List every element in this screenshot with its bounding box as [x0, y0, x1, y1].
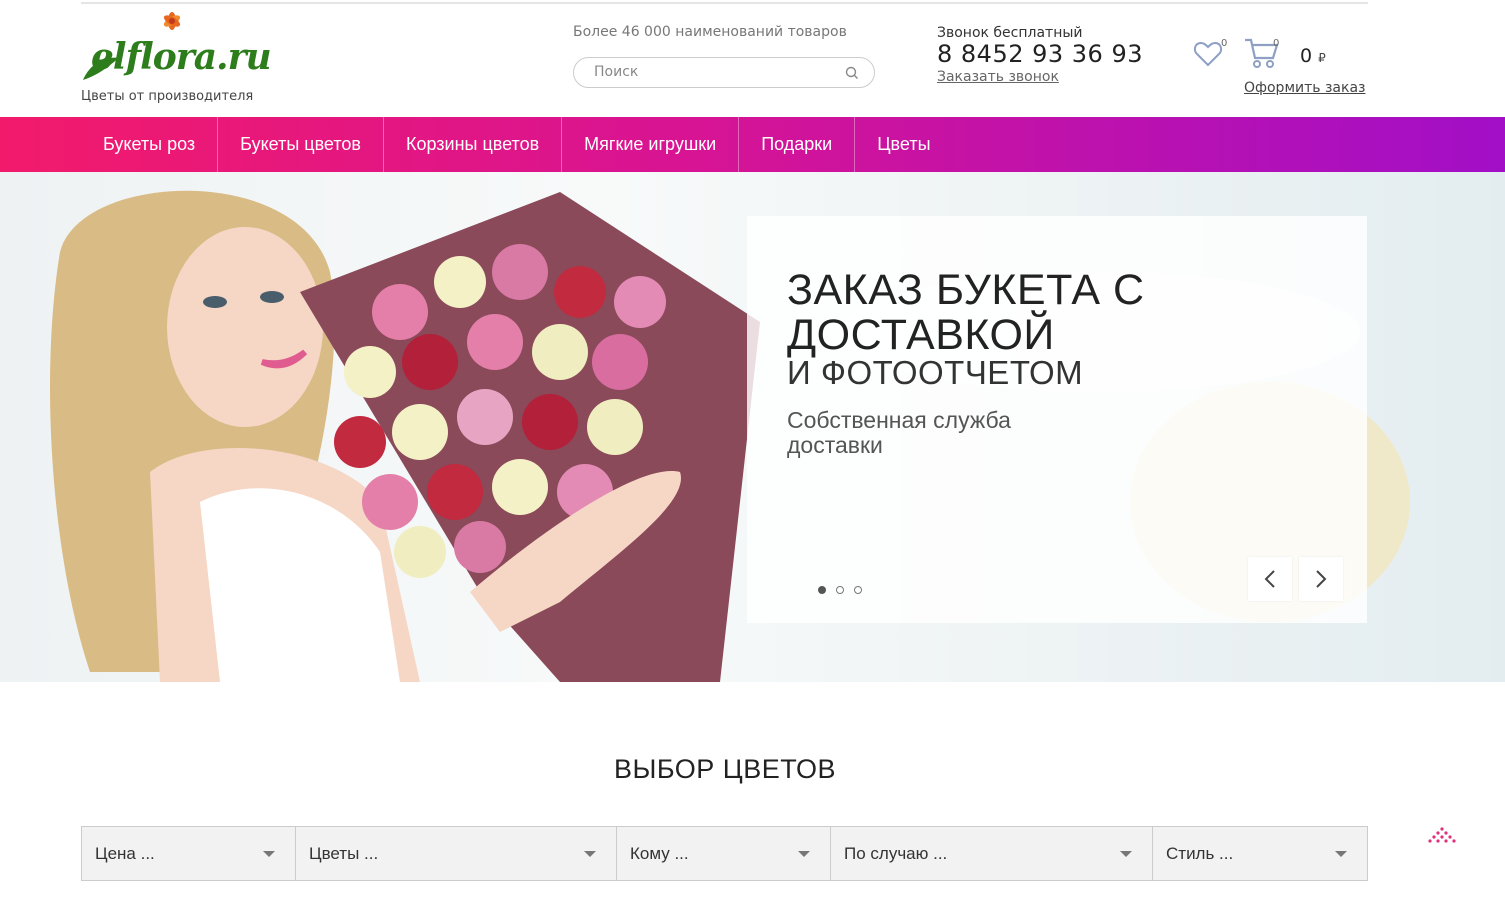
- filter-label: По случаю ...: [844, 843, 948, 863]
- tagline: Цветы от производителя: [81, 89, 254, 104]
- nav-item-gifts[interactable]: Подарки: [739, 117, 856, 172]
- cart-count: 0: [1273, 38, 1280, 49]
- caret-down-icon: [584, 851, 596, 857]
- slider-next-button[interactable]: [1299, 557, 1343, 601]
- phone-number[interactable]: 8 8452 93 36 93: [937, 40, 1143, 68]
- top-divider: [81, 2, 1368, 4]
- section-title: ВЫБОР ЦВЕТОВ: [613, 754, 837, 784]
- hero-slider: [0, 172, 1505, 682]
- order-call-link[interactable]: Заказать звонок: [937, 69, 1059, 85]
- hero-subtitle: И ФОТООТЧЕТОМ: [787, 354, 1084, 391]
- filter-label: Кому ...: [630, 843, 689, 863]
- heart-icon[interactable]: [1192, 38, 1224, 70]
- slider-dot[interactable]: [836, 586, 844, 594]
- filter-flowers[interactable]: Цветы ...: [296, 827, 617, 880]
- nav-item-flowers[interactable]: Цветы: [855, 117, 952, 172]
- hero-text: Собственная служба доставки: [787, 407, 1011, 458]
- filter-style[interactable]: Стиль ...: [1153, 827, 1367, 880]
- hero-title-line-2: ДОСТАВКОЙ: [787, 311, 1055, 359]
- caret-down-icon: [798, 851, 810, 857]
- search-box[interactable]: [573, 57, 875, 88]
- nav-item-flower-baskets[interactable]: Корзины цветов: [384, 117, 563, 172]
- search-icon[interactable]: [844, 65, 860, 81]
- cart-total-value: 0: [1300, 45, 1313, 67]
- flower-icon: [163, 12, 181, 30]
- slider-dot[interactable]: [854, 586, 862, 594]
- caret-down-icon: [263, 851, 275, 857]
- items-count-text: Более 46 000 наименований товаров: [573, 24, 847, 40]
- checkout-link[interactable]: Оформить заказ: [1244, 80, 1365, 96]
- nav-item-soft-toys[interactable]: Мягкие игрушки: [562, 117, 740, 172]
- chevron-left-icon: [1264, 570, 1275, 588]
- filter-occasion[interactable]: По случаю ...: [831, 827, 1153, 880]
- main-nav: Букеты роз Букеты цветов Корзины цветов …: [0, 117, 1505, 172]
- caret-down-icon: [1335, 851, 1347, 857]
- hero-title-line-1: ЗАКАЗ БУКЕТА С: [787, 266, 1145, 314]
- filter-bar: Цена ... Цветы ... Кому ... По случаю ..…: [81, 826, 1368, 881]
- slider-dot[interactable]: [818, 586, 826, 594]
- favorites-count: 0: [1221, 38, 1228, 49]
- nav-item-rose-bouquets[interactable]: Букеты роз: [81, 117, 219, 172]
- filter-recipient[interactable]: Кому ...: [617, 827, 831, 880]
- currency-sign: ₽: [1318, 51, 1326, 65]
- caret-down-icon: [1120, 851, 1132, 857]
- hero-title: ЗАКАЗ БУКЕТА С ДОСТАВКОЙ: [787, 268, 1187, 358]
- slider-prev-button[interactable]: [1248, 557, 1292, 601]
- search-input[interactable]: [594, 64, 834, 80]
- logo-text: elflora.ru: [91, 36, 272, 78]
- site-logo[interactable]: elflora.ru: [81, 8, 272, 88]
- filter-label: Цветы ...: [309, 843, 379, 863]
- scroll-to-top-icon[interactable]: [1424, 826, 1460, 846]
- call-label: Звонок бесплатный: [937, 25, 1083, 41]
- filter-label: Цена ...: [95, 843, 155, 863]
- cart-total[interactable]: 0 ₽: [1300, 45, 1326, 67]
- filter-label: Стиль ...: [1166, 843, 1234, 863]
- slider-dots: [818, 586, 862, 594]
- chevron-right-icon: [1316, 570, 1327, 588]
- nav-item-flower-bouquets[interactable]: Букеты цветов: [218, 117, 384, 172]
- filter-price[interactable]: Цена ...: [82, 827, 296, 880]
